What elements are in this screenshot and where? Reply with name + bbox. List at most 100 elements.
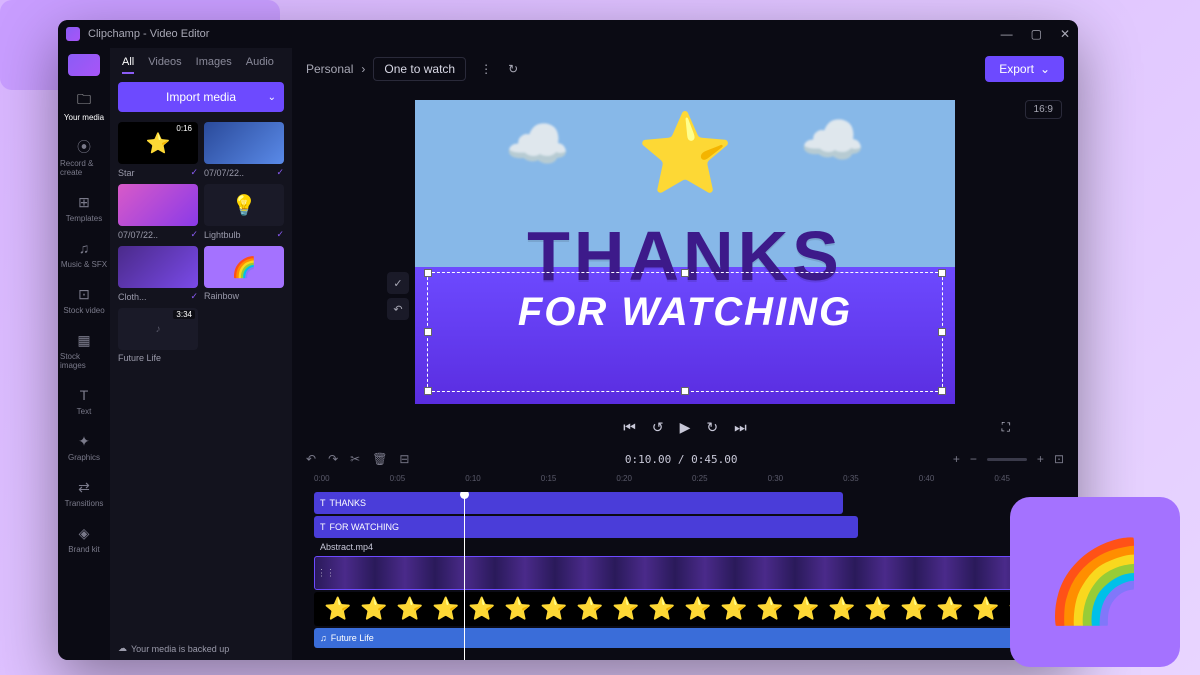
- resize-handle[interactable]: [424, 328, 432, 336]
- resize-handle[interactable]: [938, 328, 946, 336]
- canvas-text-thanks: THANKS: [527, 216, 843, 296]
- more-icon[interactable]: ⋮: [480, 62, 492, 76]
- export-button[interactable]: Export ⌄: [985, 56, 1064, 82]
- confirm-button[interactable]: ✓: [387, 272, 409, 294]
- aspect-ratio-badge[interactable]: 16:9: [1025, 100, 1062, 119]
- rewind-button[interactable]: ↺: [652, 419, 664, 436]
- center-area: Personal › One to watch ⋮ ↻ Export ⌄ 16:…: [292, 48, 1078, 660]
- decorative-panel-right: 🌈: [1010, 497, 1180, 667]
- nav-brand-kit[interactable]: ◈Brand kit: [60, 518, 108, 560]
- brand-icon: ◈: [75, 524, 93, 542]
- nav-stock-video[interactable]: ⊡Stock video: [60, 279, 108, 321]
- music-icon: ♫: [320, 633, 327, 643]
- close-button[interactable]: ✕: [1060, 27, 1070, 41]
- zoom-out-button[interactable]: −: [970, 452, 977, 466]
- nav-text[interactable]: TText: [60, 380, 108, 422]
- track-file-label: Abstract.mp4: [314, 540, 1070, 554]
- nav-stock-images[interactable]: ▦Stock images: [60, 325, 108, 376]
- rainbow-icon: 🌈: [1045, 535, 1145, 629]
- fullscreen-button[interactable]: ⛶: [1002, 420, 1010, 435]
- text-icon: T: [75, 386, 93, 404]
- left-nav: 🗀Your media ⦿Record & create ⊞Templates …: [58, 48, 110, 660]
- nav-your-media[interactable]: 🗀Your media: [60, 86, 108, 128]
- sync-icon[interactable]: ↻: [508, 62, 518, 76]
- backup-status: ☁ Your media is backed up: [118, 643, 284, 654]
- nav-transitions[interactable]: ⇄Transitions: [60, 472, 108, 514]
- cloud-icon: ☁️: [505, 114, 570, 175]
- tab-images[interactable]: Images: [196, 56, 232, 74]
- maximize-button[interactable]: ▢: [1031, 27, 1042, 41]
- check-icon: ✓: [190, 229, 198, 240]
- camera-icon: ⦿: [75, 138, 93, 156]
- media-item[interactable]: 07/07/22..✓: [204, 122, 284, 178]
- track-stars[interactable]: ⭐⭐⭐⭐⭐⭐⭐⭐⭐⭐⭐⭐⭐⭐⭐⭐⭐⭐⭐⭐: [314, 592, 1055, 626]
- revert-button[interactable]: ↶: [387, 298, 409, 320]
- resize-handle[interactable]: [938, 387, 946, 395]
- nav-music-sfx[interactable]: ♫Music & SFX: [60, 233, 108, 275]
- star-character-icon: ⭐: [636, 108, 733, 200]
- titlebar: Clipchamp - Video Editor — ▢ ✕: [58, 20, 1078, 48]
- media-thumbnail: 💡: [204, 184, 284, 226]
- tab-audio[interactable]: Audio: [246, 56, 274, 74]
- skip-start-button[interactable]: ⏮: [623, 419, 636, 436]
- redo-button[interactable]: ↷: [328, 452, 338, 466]
- playback-controls: ⏮ ↺ ▶ ↻ ⏭ ⛶: [292, 410, 1078, 444]
- media-tabs: All Videos Images Audio: [118, 56, 284, 82]
- media-item[interactable]: 🌈 Rainbow: [204, 246, 284, 302]
- zoom-in-button[interactable]: +: [1037, 452, 1044, 466]
- timecode: 0:10.00 / 0:45.00: [625, 453, 738, 466]
- nav-templates[interactable]: ⊞Templates: [60, 187, 108, 229]
- film-icon: ⊡: [75, 285, 93, 303]
- cut-button[interactable]: ✂: [350, 452, 360, 466]
- media-item[interactable]: ⭐0:16 Star✓: [118, 122, 198, 178]
- minimize-button[interactable]: —: [1001, 27, 1013, 41]
- graphics-icon: ✦: [75, 432, 93, 450]
- fit-button[interactable]: ⊡: [1054, 452, 1064, 466]
- check-icon: ✓: [276, 229, 284, 240]
- header-bar: Personal › One to watch ⋮ ↻ Export ⌄: [292, 48, 1078, 90]
- play-button[interactable]: ▶: [680, 419, 691, 436]
- image-icon: ▦: [75, 331, 93, 349]
- media-item[interactable]: 07/07/22..✓: [118, 184, 198, 240]
- resize-handle[interactable]: [424, 387, 432, 395]
- forward-button[interactable]: ↻: [706, 419, 718, 436]
- media-thumbnail: [204, 122, 284, 164]
- delete-button[interactable]: 🗑: [372, 452, 387, 466]
- tab-all[interactable]: All: [122, 56, 134, 74]
- window-title: Clipchamp - Video Editor: [88, 28, 209, 40]
- track-text-1[interactable]: TTHANKS: [314, 492, 843, 514]
- split-button[interactable]: ⊟: [399, 452, 409, 466]
- grip-icon[interactable]: ⋮⋮: [317, 568, 335, 579]
- skip-end-button[interactable]: ⏭: [734, 419, 747, 436]
- project-name[interactable]: One to watch: [373, 57, 466, 81]
- track-text-2[interactable]: TFOR WATCHING: [314, 516, 858, 538]
- media-item[interactable]: 3:34♪ Future Life: [118, 308, 198, 363]
- time-ruler[interactable]: 0:00 0:05 0:10 0:15 0:20 0:25 0:30 0:35 …: [300, 474, 1070, 492]
- breadcrumb-root[interactable]: Personal: [306, 62, 353, 76]
- undo-button[interactable]: ↶: [306, 452, 316, 466]
- preview-canvas[interactable]: ☁️ ☁️ ⭐ THANKS FOR WATCHING: [415, 100, 955, 404]
- cloud-icon: ☁️: [800, 110, 865, 171]
- transitions-icon: ⇄: [75, 478, 93, 496]
- templates-icon: ⊞: [75, 193, 93, 211]
- tab-videos[interactable]: Videos: [148, 56, 181, 74]
- zoom-slider[interactable]: [987, 458, 1027, 461]
- track-audio[interactable]: ♫Future Life: [314, 628, 1055, 648]
- add-button[interactable]: +: [953, 452, 960, 466]
- nav-record-create[interactable]: ⦿Record & create: [60, 132, 108, 183]
- resize-handle[interactable]: [681, 387, 689, 395]
- playhead[interactable]: [464, 492, 465, 660]
- text-icon: T: [320, 498, 326, 508]
- media-thumbnail: 🌈: [204, 246, 284, 288]
- chevron-down-icon: ⌄: [268, 92, 276, 103]
- media-item[interactable]: Cloth...✓: [118, 246, 198, 302]
- import-media-button[interactable]: Import media ⌄: [118, 82, 284, 112]
- track-video[interactable]: ⋮⋮: [314, 556, 1055, 590]
- nav-graphics[interactable]: ✦Graphics: [60, 426, 108, 468]
- music-icon: ♫: [75, 239, 93, 257]
- media-item[interactable]: 💡 Lightbulb✓: [204, 184, 284, 240]
- resize-handle[interactable]: [424, 269, 432, 277]
- edit-handles: ✓ ↶: [387, 272, 409, 320]
- media-thumbnail: ⭐0:16: [118, 122, 198, 164]
- resize-handle[interactable]: [938, 269, 946, 277]
